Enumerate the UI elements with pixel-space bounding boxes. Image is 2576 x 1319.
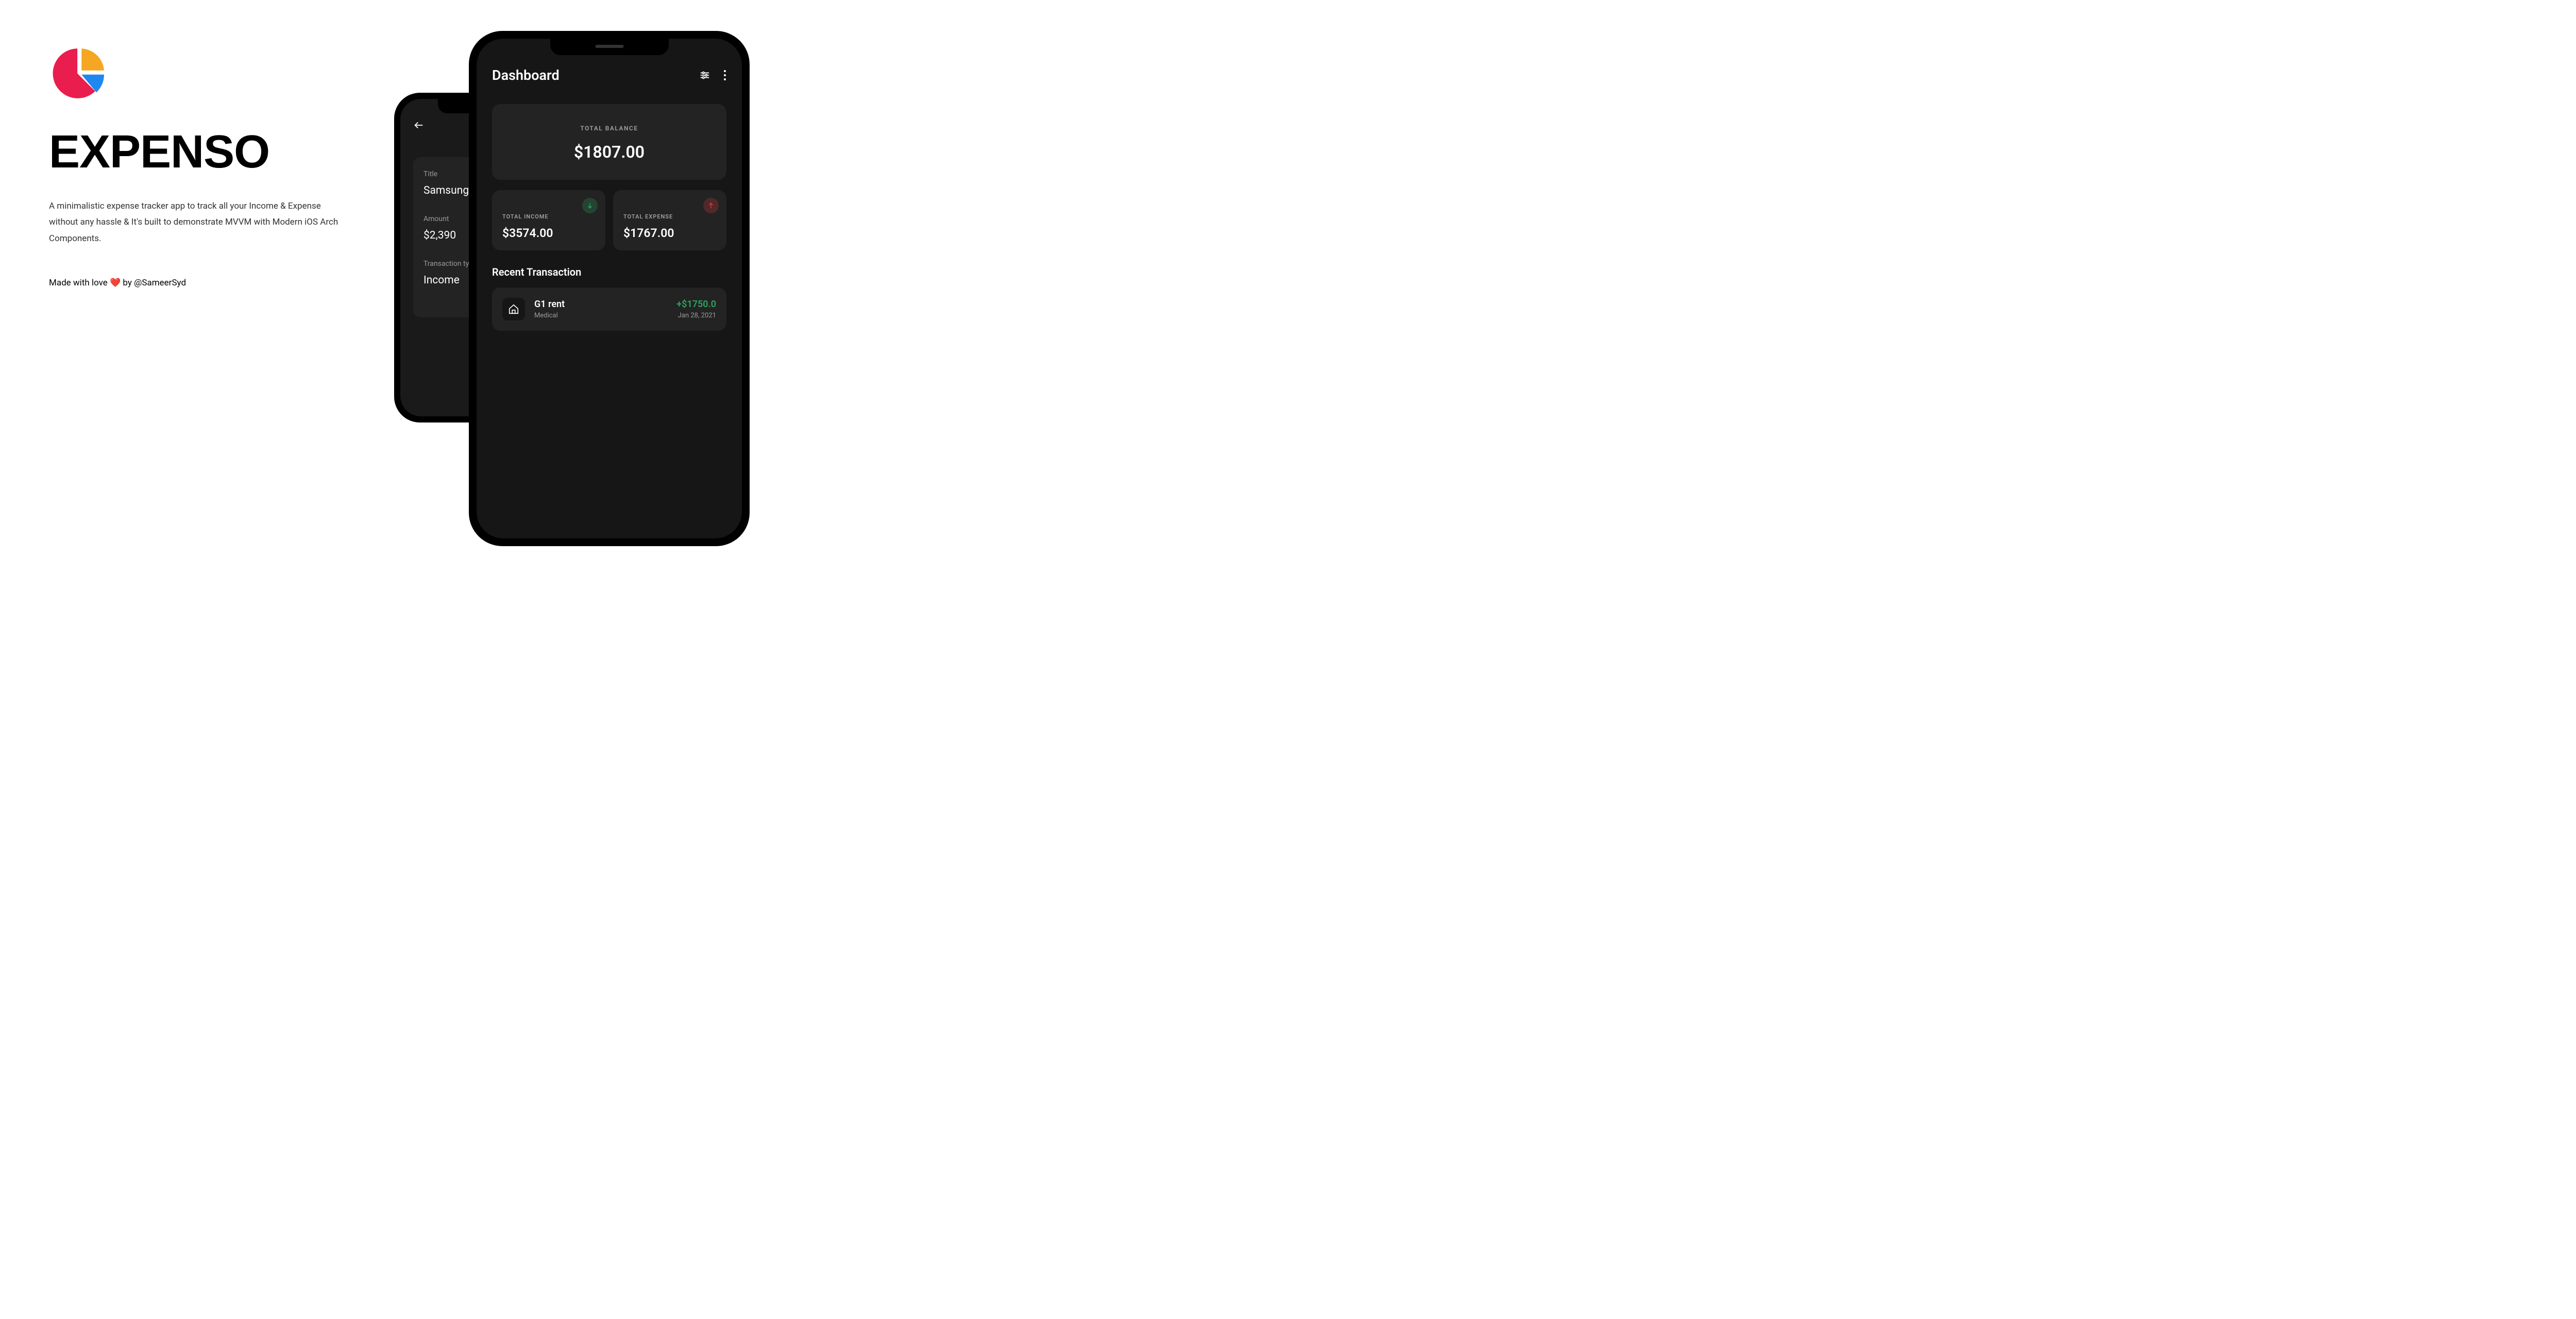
recent-section-title: Recent Transaction (492, 266, 726, 278)
credit-line: Made with love ❤️ by @SameerSyd (49, 278, 343, 288)
transaction-title: G1 rent (534, 299, 667, 310)
expense-value: $1767.00 (623, 226, 716, 240)
heart-icon: ❤️ (110, 278, 121, 288)
income-card[interactable]: TOTAL INCOME $3574.00 (492, 190, 605, 250)
dashboard-title: Dashboard (492, 67, 560, 83)
arrow-down-icon (582, 198, 598, 213)
expense-label: TOTAL EXPENSE (623, 213, 716, 220)
filter-icon[interactable] (699, 70, 710, 81)
phone-mockup-front: Dashboard TOTAL BALANCE $1807.0 (469, 31, 750, 546)
transaction-category: Medical (534, 312, 667, 319)
balance-label: TOTAL BALANCE (502, 125, 716, 132)
marketing-panel: EXPENSO A minimalistic expense tracker a… (49, 44, 343, 288)
income-label: TOTAL INCOME (502, 213, 595, 220)
expense-card[interactable]: TOTAL EXPENSE $1767.00 (613, 190, 726, 250)
income-value: $3574.00 (502, 226, 595, 240)
transaction-row[interactable]: G1 rent Medical +$1750.0 Jan 28, 2021 (492, 288, 726, 331)
transaction-amount: +$1750.0 (676, 299, 716, 310)
app-logo (49, 44, 108, 103)
app-description: A minimalistic expense tracker app to tr… (49, 198, 343, 247)
app-title: EXPENSO (49, 129, 343, 175)
transaction-date: Jan 28, 2021 (676, 312, 716, 319)
arrow-up-icon (703, 198, 719, 213)
home-icon (502, 298, 525, 320)
more-icon[interactable] (723, 70, 726, 81)
balance-card: TOTAL BALANCE $1807.00 (492, 104, 726, 180)
balance-value: $1807.00 (502, 142, 716, 162)
